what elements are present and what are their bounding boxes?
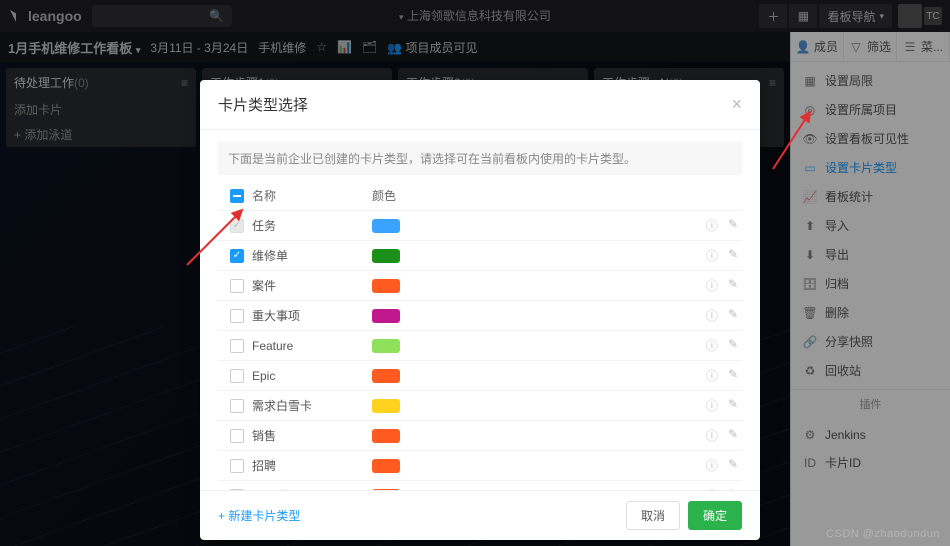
card-type-row: CRM管理 ⓘ✎: [218, 480, 742, 490]
cancel-button[interactable]: 取消: [626, 501, 680, 530]
color-chip: [372, 279, 400, 293]
color-chip: [372, 369, 400, 383]
row-checkbox[interactable]: [230, 309, 244, 323]
row-name: 维修单: [252, 247, 372, 264]
info-icon[interactable]: ⓘ: [706, 247, 718, 264]
card-type-row: 销售 ⓘ ✎: [218, 420, 742, 450]
color-chip: [372, 219, 400, 233]
edit-icon[interactable]: ✎: [728, 367, 738, 384]
row-name: Feature: [252, 339, 372, 353]
row-checkbox: ✓: [230, 219, 244, 233]
ok-button[interactable]: 确定: [688, 501, 742, 530]
info-icon[interactable]: ⓘ: [706, 427, 718, 444]
row-checkbox[interactable]: [230, 369, 244, 383]
row-checkbox[interactable]: [230, 459, 244, 473]
select-all-checkbox[interactable]: [230, 189, 244, 203]
row-name: 招聘: [252, 457, 372, 474]
info-icon[interactable]: ⓘ: [706, 337, 718, 354]
edit-icon[interactable]: ✎: [728, 277, 738, 294]
edit-icon[interactable]: ✎: [728, 337, 738, 354]
info-icon[interactable]: ⓘ: [706, 307, 718, 324]
info-icon[interactable]: ⓘ: [706, 277, 718, 294]
color-chip: [372, 459, 400, 473]
row-name: 案件: [252, 277, 372, 294]
row-checkbox[interactable]: ✓: [230, 249, 244, 263]
row-name: 销售: [252, 427, 372, 444]
row-checkbox[interactable]: [230, 279, 244, 293]
card-type-row: ✓ 任务 ⓘ ✎: [218, 210, 742, 240]
card-type-modal: 卡片类型选择 × 下面是当前企业已创建的卡片类型，请选择可在当前看板内使用的卡片…: [200, 80, 760, 540]
row-checkbox[interactable]: [230, 429, 244, 443]
new-card-type-link[interactable]: + 新建卡片类型: [218, 507, 300, 524]
row-checkbox[interactable]: [230, 399, 244, 413]
edit-icon[interactable]: ✎: [728, 427, 738, 444]
color-chip: [372, 429, 400, 443]
info-icon[interactable]: ⓘ: [706, 217, 718, 234]
col-name: 名称: [252, 187, 372, 204]
table-header: 名称 颜色: [218, 181, 742, 210]
info-icon[interactable]: ⓘ: [706, 367, 718, 384]
row-name: 任务: [252, 217, 372, 234]
info-icon[interactable]: ⓘ: [706, 397, 718, 414]
watermark: CSDN @zhaodundun: [826, 528, 940, 540]
card-type-row: 重大事项 ⓘ ✎: [218, 300, 742, 330]
modal-title: 卡片类型选择: [218, 94, 308, 115]
edit-icon[interactable]: ✎: [728, 397, 738, 414]
row-name: 需求白雪卡: [252, 397, 372, 414]
card-type-row: 招聘 ⓘ ✎: [218, 450, 742, 480]
card-type-row: ✓ 维修单 ⓘ ✎: [218, 240, 742, 270]
row-name: Epic: [252, 369, 372, 383]
edit-icon[interactable]: ✎: [728, 217, 738, 234]
color-chip: [372, 399, 400, 413]
row-name: 重大事项: [252, 307, 372, 324]
card-type-row: 需求白雪卡 ⓘ ✎: [218, 390, 742, 420]
card-type-row: Feature ⓘ ✎: [218, 330, 742, 360]
col-color: 颜色: [372, 187, 678, 204]
modal-hint: 下面是当前企业已创建的卡片类型，请选择可在当前看板内使用的卡片类型。: [218, 142, 742, 175]
row-checkbox[interactable]: [230, 339, 244, 353]
info-icon[interactable]: ⓘ: [706, 457, 718, 474]
close-icon[interactable]: ×: [731, 94, 742, 115]
card-type-row: 案件 ⓘ ✎: [218, 270, 742, 300]
color-chip: [372, 339, 400, 353]
edit-icon[interactable]: ✎: [728, 457, 738, 474]
edit-icon[interactable]: ✎: [728, 247, 738, 264]
color-chip: [372, 309, 400, 323]
color-chip: [372, 249, 400, 263]
edit-icon[interactable]: ✎: [728, 307, 738, 324]
card-type-row: Epic ⓘ ✎: [218, 360, 742, 390]
